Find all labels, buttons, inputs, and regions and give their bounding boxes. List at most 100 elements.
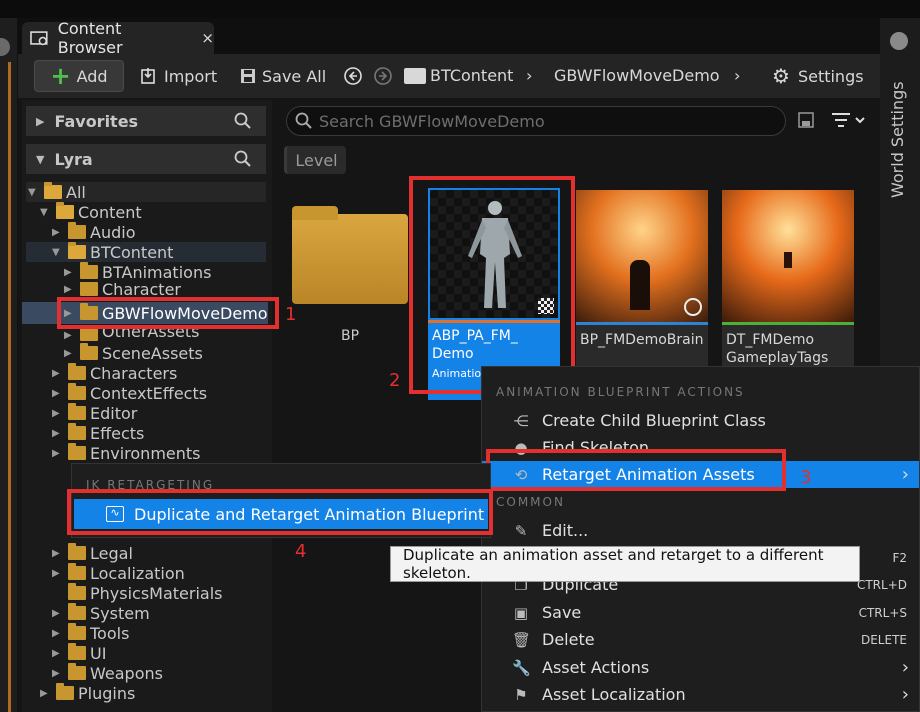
tree-item-all[interactable]: ▼ All bbox=[28, 182, 86, 202]
character-silhouette bbox=[630, 260, 650, 310]
filter-icon[interactable] bbox=[830, 110, 870, 130]
tree-item-legal[interactable]: ▶ Legal bbox=[52, 543, 133, 563]
tree-item-environments[interactable]: ▶ Environments bbox=[52, 443, 201, 463]
tree-item-editor[interactable]: ▶ Editor bbox=[52, 403, 137, 423]
forward-icon[interactable] bbox=[373, 66, 393, 86]
menu-item-edit[interactable]: ✎ Edit... bbox=[482, 517, 919, 544]
close-icon[interactable]: × bbox=[201, 29, 214, 47]
menu-header-common: COMMON bbox=[496, 495, 565, 509]
import-button[interactable]: Import bbox=[140, 60, 217, 92]
add-button[interactable]: + Add bbox=[34, 60, 124, 92]
tree-item-audio[interactable]: ▶ Audio bbox=[52, 222, 135, 242]
search-icon[interactable] bbox=[234, 112, 252, 130]
viewport-border bbox=[8, 62, 11, 712]
chevron-right-icon: › bbox=[901, 684, 909, 705]
tab-content-browser[interactable]: Content Browser × bbox=[22, 19, 214, 57]
hierarchy-icon: ⋲ bbox=[513, 412, 529, 430]
tab-bar: Content Browser × bbox=[18, 18, 880, 57]
save-shortcut: CTRL+S bbox=[858, 605, 907, 620]
sources-panel: ▶ Favorites ▼ Lyra ▼ All ▼ Content ▶ Audio … bbox=[22, 100, 272, 712]
gear-icon: ⚙ bbox=[772, 64, 790, 88]
annotation-number-1: 1 bbox=[285, 304, 297, 325]
settings-label: Settings bbox=[797, 66, 864, 86]
annotation-number-2: 2 bbox=[389, 370, 401, 391]
chevron-right-icon: › bbox=[734, 66, 741, 85]
delete-shortcut: DELETE bbox=[860, 632, 907, 647]
pencil-icon: ✎ bbox=[514, 522, 528, 540]
content-browser-icon bbox=[30, 31, 48, 46]
character-silhouette bbox=[784, 252, 792, 268]
tree-item-characters[interactable]: ▶ Characters bbox=[52, 363, 177, 383]
annotation-box-3 bbox=[486, 449, 786, 491]
rename-shortcut: F2 bbox=[892, 550, 907, 565]
left-viewport-strip bbox=[0, 18, 18, 712]
tree-item-tools[interactable]: ▶ Tools bbox=[52, 623, 129, 643]
menu-item-asset-localization[interactable]: ⚑ Asset Localization › bbox=[482, 681, 919, 708]
asset-tile-bp-fmdemobrain[interactable]: BP_FMDemoBrain bbox=[576, 190, 708, 375]
annotation-number-4: 4 bbox=[295, 541, 307, 562]
wrench-icon: 🔧 bbox=[512, 659, 531, 677]
search-icon[interactable] bbox=[234, 150, 252, 168]
asset-tile-dt-fmdemo[interactable]: DT_FMDemo GameplayTags bbox=[722, 190, 854, 375]
annotation-box-2 bbox=[409, 176, 575, 394]
tab-title: Content Browser bbox=[57, 19, 123, 57]
save-icon: ▣ bbox=[513, 604, 529, 622]
filter-chip-level[interactable]: Level bbox=[284, 146, 346, 174]
annotation-box-4 bbox=[67, 489, 493, 535]
tree-item-content[interactable]: ▼ Content bbox=[40, 202, 142, 222]
globe-icon bbox=[890, 32, 908, 50]
tree-item-btcontent[interactable]: ▼ BTContent bbox=[52, 242, 173, 262]
blueprint-badge-icon bbox=[684, 298, 702, 316]
annotation-number-3: 3 bbox=[800, 467, 812, 488]
add-label: Add bbox=[76, 66, 108, 86]
menu-header-anim: ANIMATION BLUEPRINT ACTIONS bbox=[496, 385, 745, 399]
chevron-right-icon: ▶ bbox=[36, 114, 45, 128]
save-search-icon[interactable] bbox=[798, 112, 814, 128]
save-icon bbox=[241, 69, 255, 83]
tree-item-effects[interactable]: ▶ Effects bbox=[52, 423, 144, 443]
import-icon bbox=[141, 68, 155, 84]
top-bar bbox=[0, 0, 920, 18]
search-placeholder: Search GBWFlowMoveDemo bbox=[319, 111, 545, 131]
save-all-label: Save All bbox=[262, 66, 327, 86]
tree-item-sceneassets[interactable]: ▶ SceneAssets bbox=[64, 343, 203, 363]
folder-icon bbox=[292, 214, 408, 304]
menu-item-create-child[interactable]: ⋲ Create Child Blueprint Class bbox=[482, 407, 919, 434]
chevron-right-icon: › bbox=[901, 464, 909, 485]
tooltip: Duplicate an animation asset and retarge… bbox=[390, 546, 860, 582]
trash-icon: 🗑 bbox=[512, 631, 532, 649]
menu-item-asset-actions[interactable]: 🔧 Asset Actions › bbox=[482, 654, 919, 681]
breadcrumb-gbwflowmovedemo[interactable]: GBWFlowMoveDemo bbox=[554, 66, 720, 85]
favorites-label: Favorites bbox=[54, 111, 139, 131]
settings-button[interactable]: ⚙ Settings bbox=[772, 60, 864, 92]
tree-item-btanimations[interactable]: ▶ BTAnimations bbox=[64, 262, 211, 282]
project-label: Lyra bbox=[54, 149, 93, 169]
tree-item-plugins[interactable]: ▶ Plugins bbox=[40, 683, 135, 703]
asset-name: BP bbox=[340, 328, 360, 344]
context-menu: ANIMATION BLUEPRINT ACTIONS ⋲ Create Chil… bbox=[481, 366, 920, 712]
back-icon[interactable] bbox=[343, 66, 363, 86]
breadcrumb-btcontent[interactable]: BTContent bbox=[430, 66, 513, 85]
folder-icon bbox=[404, 68, 426, 84]
tree-item-ui[interactable]: ▶ UI bbox=[52, 643, 106, 663]
tree-item-character[interactable]: ▶ Character bbox=[64, 282, 181, 296]
save-all-button[interactable]: Save All bbox=[240, 60, 326, 92]
asset-tile-bp[interactable]: BP bbox=[284, 190, 416, 344]
world-settings-label: World Settings bbox=[888, 81, 907, 198]
favorites-section[interactable]: ▶ Favorites bbox=[26, 106, 266, 136]
menu-item-save[interactable]: ▣ Save CTRL+S bbox=[482, 599, 919, 626]
search-icon bbox=[295, 112, 312, 129]
tree-item-weapons[interactable]: ▶ Weapons bbox=[52, 663, 163, 683]
search-input[interactable]: Search GBWFlowMoveDemo bbox=[286, 106, 786, 136]
tree-item-physicsmaterials[interactable]: PhysicsMaterials bbox=[52, 583, 223, 603]
chevron-right-icon: › bbox=[526, 66, 533, 85]
chevron-right-icon: › bbox=[901, 657, 909, 678]
tree-item-localization[interactable]: ▶ Localization bbox=[52, 563, 185, 583]
menu-item-delete[interactable]: 🗑 Delete DELETE bbox=[482, 626, 919, 653]
project-section[interactable]: ▼ Lyra bbox=[26, 144, 266, 174]
chevron-down-icon: ▼ bbox=[36, 152, 45, 166]
tree-item-contexteffects[interactable]: ▶ ContextEffects bbox=[52, 383, 207, 403]
tree-item-system[interactable]: ▶ System bbox=[52, 603, 150, 623]
viewport-handle[interactable] bbox=[0, 38, 10, 56]
import-label: Import bbox=[164, 66, 218, 86]
